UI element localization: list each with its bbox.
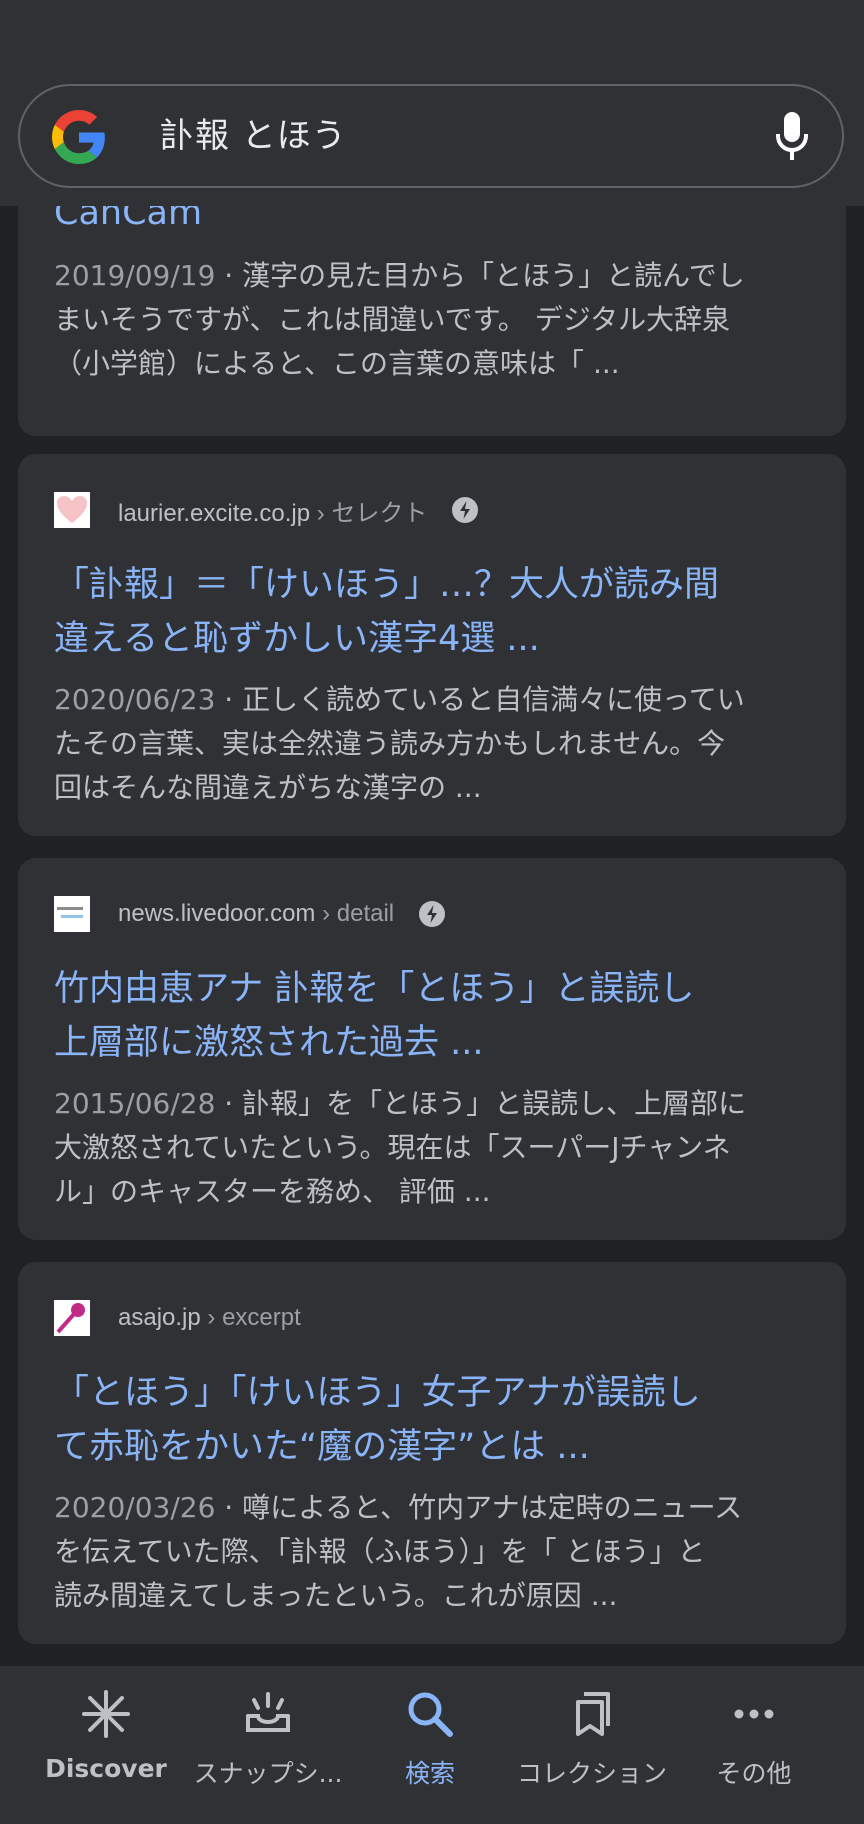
amp-lightning-icon bbox=[419, 901, 446, 927]
result-site-row[interactable]: asajo.jp › excerpt bbox=[54, 1300, 301, 1336]
search-header: 訃報 とほう bbox=[0, 0, 864, 206]
result-site-url: laurier.excite.co.jp › セレクト bbox=[118, 499, 428, 527]
result-snippet: 2020/06/23 · 正しく読めていると自信満々に使ってい たその言葉、実は… bbox=[54, 683, 745, 804]
nav-label: コレクション bbox=[516, 1759, 667, 1788]
result-card[interactable]: news.livedoor.com › detail 竹内由恵アナ 訃報を「とほ… bbox=[18, 858, 846, 1240]
result-site-url: asajo.jp › excerpt bbox=[118, 1304, 301, 1331]
bottom-navigation: Discover スナップシ... 検索 コレクション その他 bbox=[0, 1666, 864, 1824]
result-snippet: 2020/03/26 · 噂によると、竹内アナは定時のニュース を伝えていた際、… bbox=[54, 1491, 743, 1612]
nav-snapshot[interactable]: スナップシ... bbox=[182, 1666, 354, 1824]
result-site-row[interactable]: laurier.excite.co.jp › セレクト bbox=[54, 492, 479, 528]
result-card[interactable]: CanCam 2019/09/19 · 漢字の見た目から「とほう」と読んでし ま… bbox=[18, 186, 846, 436]
result-date: 2020/06/23 bbox=[54, 683, 216, 716]
result-card[interactable]: asajo.jp › excerpt 「とほう」「けいほう」女子アナが誤読し て… bbox=[18, 1262, 846, 1644]
nav-collections[interactable]: コレクション bbox=[506, 1666, 678, 1824]
more-dots-icon bbox=[734, 1709, 774, 1719]
nav-label: スナップシ... bbox=[193, 1759, 343, 1788]
asajo-favicon-icon bbox=[54, 1300, 90, 1336]
result-title[interactable]: 「訃報」＝「けいほう」…？大人が読み間 違えると恥ずかしい漢字4選 ... bbox=[54, 558, 824, 666]
result-site-url: news.livedoor.com › detail bbox=[118, 900, 395, 927]
nav-label: 検索 bbox=[404, 1759, 455, 1788]
result-card[interactable]: laurier.excite.co.jp › セレクト 「訃報」＝「けいほう」…… bbox=[18, 454, 846, 836]
nav-label: Discover bbox=[45, 1754, 167, 1783]
result-snippet: 2019/09/19 · 漢字の見た目から「とほう」と読んでし まいそうですが、… bbox=[54, 259, 745, 380]
result-date: 2020/03/26 bbox=[54, 1491, 216, 1524]
result-title[interactable]: 「とほう」「けいほう」女子アナが誤読し て赤恥をかいた“魔の漢字”とは ... bbox=[54, 1366, 824, 1474]
inbox-tray-icon bbox=[246, 1692, 290, 1732]
livedoor-favicon-icon bbox=[54, 896, 90, 932]
result-date: 2019/09/19 bbox=[54, 259, 216, 292]
nav-search[interactable]: 検索 bbox=[344, 1666, 516, 1824]
search-icon bbox=[408, 1692, 453, 1737]
amp-lightning-icon bbox=[452, 497, 479, 523]
nav-more[interactable]: その他 bbox=[668, 1666, 840, 1824]
search-bar[interactable]: 訃報 とほう bbox=[18, 84, 844, 188]
heart-favicon-icon bbox=[54, 492, 90, 528]
microphone-icon[interactable] bbox=[772, 110, 812, 164]
result-title[interactable]: 竹内由恵アナ 訃報を「とほう」と誤読し 上層部に激怒された過去 ... bbox=[54, 962, 824, 1070]
nav-discover[interactable]: Discover bbox=[20, 1666, 192, 1824]
asterisk-icon bbox=[82, 1690, 130, 1738]
nav-label: その他 bbox=[716, 1759, 792, 1788]
result-snippet: 2015/06/28 · 訃報」を「とほう」と誤読し、上層部に 大激怒されていた… bbox=[54, 1087, 747, 1208]
result-site-row[interactable]: news.livedoor.com › detail bbox=[54, 896, 446, 932]
result-date: 2015/06/28 bbox=[54, 1087, 216, 1120]
bookmarks-icon bbox=[576, 1692, 610, 1736]
search-input[interactable]: 訃報 とほう bbox=[160, 112, 347, 160]
google-logo-icon bbox=[52, 110, 105, 164]
